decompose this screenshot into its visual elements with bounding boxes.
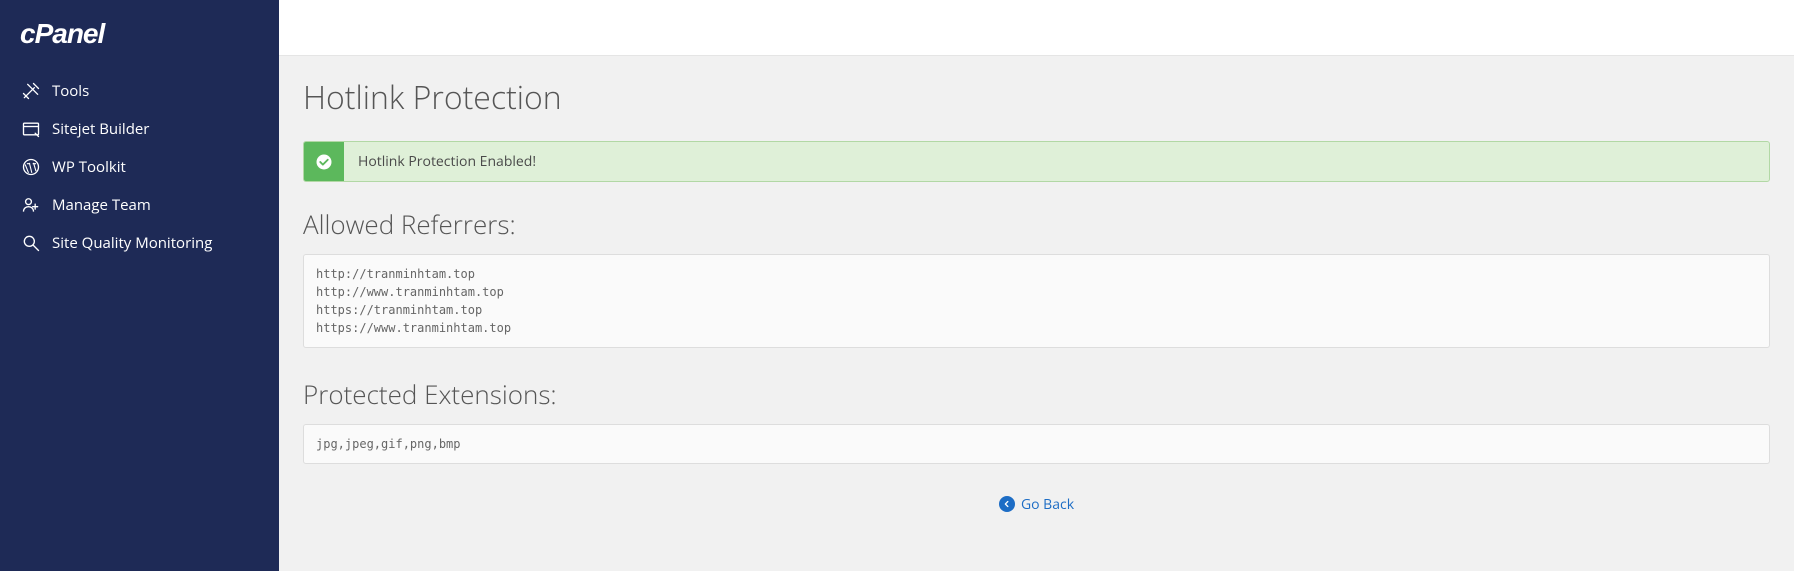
check-circle-icon xyxy=(304,142,344,181)
alert-message: Hotlink Protection Enabled! xyxy=(344,142,550,181)
sidebar-item-manage-team[interactable]: Manage Team xyxy=(0,186,279,224)
sidebar: cPanel Tools Sitejet Builder WP Toolkit … xyxy=(0,0,279,571)
sidebar-item-label: WP Toolkit xyxy=(52,157,126,177)
sidebar-item-tools[interactable]: Tools xyxy=(0,72,279,110)
protected-extensions-box: jpg,jpeg,gif,png,bmp xyxy=(303,424,1770,464)
success-alert: Hotlink Protection Enabled! xyxy=(303,141,1770,182)
arrow-left-circle-icon xyxy=(999,496,1015,512)
go-back-wrapper: Go Back xyxy=(303,492,1770,514)
allowed-referrers-box: http://tranminhtam.top http://www.tranmi… xyxy=(303,254,1770,348)
page-title: Hotlink Protection xyxy=(303,76,1770,119)
content: Hotlink Protection Hotlink Protection En… xyxy=(279,56,1794,534)
sidebar-item-label: Tools xyxy=(52,81,89,101)
sidebar-item-wp-toolkit[interactable]: WP Toolkit xyxy=(0,148,279,186)
protected-extensions-heading: Protected Extensions: xyxy=(303,376,1770,412)
topbar xyxy=(279,0,1794,56)
sidebar-item-sitejet-builder[interactable]: Sitejet Builder xyxy=(0,110,279,148)
sitejet-icon xyxy=(20,118,42,140)
sidebar-item-label: Site Quality Monitoring xyxy=(52,233,212,253)
main-area: Hotlink Protection Hotlink Protection En… xyxy=(279,0,1794,571)
allowed-referrers-heading: Allowed Referrers: xyxy=(303,206,1770,242)
sidebar-item-site-quality-monitoring[interactable]: Site Quality Monitoring xyxy=(0,224,279,262)
go-back-label: Go Back xyxy=(1021,495,1074,514)
brand-logo-text: cPanel xyxy=(20,18,104,49)
brand-logo[interactable]: cPanel xyxy=(0,18,279,72)
tools-icon xyxy=(20,80,42,102)
wordpress-icon xyxy=(20,156,42,178)
sidebar-item-label: Manage Team xyxy=(52,195,151,215)
magnifier-icon xyxy=(20,232,42,254)
team-icon xyxy=(20,194,42,216)
go-back-link[interactable]: Go Back xyxy=(999,495,1074,514)
sidebar-item-label: Sitejet Builder xyxy=(52,119,149,139)
